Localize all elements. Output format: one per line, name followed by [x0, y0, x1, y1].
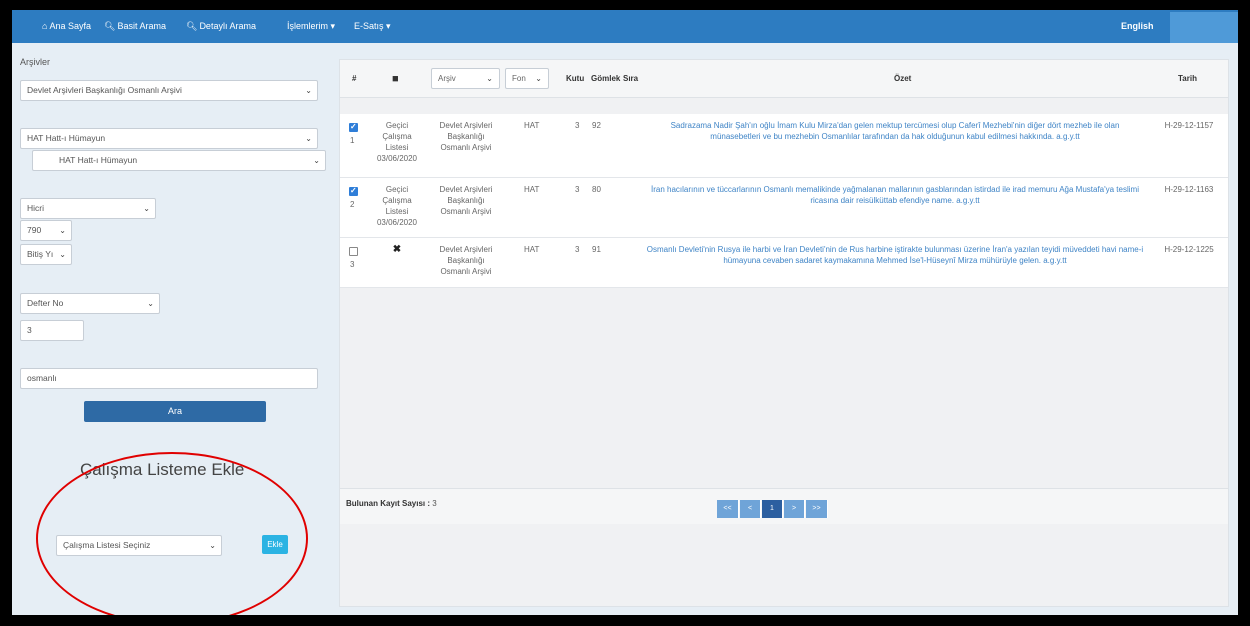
ozet-cell[interactable]: Osmanlı Devleti'nin Rusya ile harbi ve İ…: [645, 244, 1145, 266]
nav-user-area[interactable]: [1170, 12, 1238, 43]
numara-turu-select[interactable]: Defter No ⌄: [20, 293, 160, 314]
list-status: Geçici Çalışma Listesi 03/06/2020: [376, 121, 418, 163]
numara-input[interactable]: 3: [20, 320, 84, 341]
tarih-cell: H-29-12-1225: [1164, 245, 1214, 254]
arsivler-label: Arşivler: [20, 57, 51, 67]
row-number: 2: [350, 200, 355, 209]
gomlek-cell: 80: [592, 185, 601, 194]
col-gomlek: Gömlek: [591, 74, 621, 83]
home-icon: ⌂: [42, 21, 48, 31]
found-count-label: Bulunan Kayıt Sayısı : 3: [346, 499, 437, 508]
arsiv-filter-select[interactable]: Arşiv ⌄: [431, 68, 500, 89]
chevron-down-icon: ⌄: [313, 156, 320, 165]
arsiv-cell: Devlet Arşivleri Başkanlığı Osmanlı Arşi…: [439, 185, 493, 216]
chevron-down-icon: ⌄: [147, 299, 154, 308]
keyword-input[interactable]: osmanlı: [20, 368, 318, 389]
row-checkbox[interactable]: [349, 186, 358, 196]
search-icon: 🔍︎: [186, 21, 198, 31]
chevron-down-icon: ⌄: [535, 74, 542, 83]
fon-cell: HAT: [524, 185, 540, 194]
gomlek-cell: 92: [592, 121, 601, 130]
search-icon: 🔍︎: [104, 21, 116, 31]
table-row[interactable]: 1 Geçici Çalışma Listesi 03/06/2020 Devl…: [340, 114, 1228, 178]
language-english-link[interactable]: English: [1121, 10, 1154, 43]
found-count: 3: [432, 499, 437, 508]
nav-islemlerim-dropdown[interactable]: İşlemlerim ▾: [287, 10, 335, 43]
pagination-first[interactable]: <<: [717, 500, 739, 518]
ozet-cell[interactable]: Sadrazama Nadir Şah'ın oğlu İmam Kulu Mi…: [645, 120, 1145, 142]
chevron-down-icon: ⌄: [143, 204, 150, 213]
nav-basit-arama-link[interactable]: 🔍︎ Basit Arama: [104, 10, 166, 43]
fon-filter-select[interactable]: Fon ⌄: [505, 68, 549, 89]
table-row[interactable]: 3 ✖ Devlet Arşivleri Başkanlığı Osmanlı …: [340, 238, 1228, 288]
arsiv-cell: Devlet Arşivleri Başkanlığı Osmanlı Arşi…: [439, 245, 493, 276]
pagination-prev[interactable]: <: [740, 500, 761, 518]
gomlek-cell: 91: [592, 245, 601, 254]
row-number: 3: [350, 260, 355, 269]
nav-esatis-dropdown[interactable]: E-Satış ▾: [354, 10, 391, 43]
annotation-ellipse: [36, 452, 308, 615]
ozet-cell[interactable]: İran hacılarının ve tüccarlarının Osmanl…: [645, 184, 1145, 206]
row-checkbox[interactable]: [349, 122, 358, 132]
search-button[interactable]: Ara: [84, 401, 266, 422]
baslangic-yili-select[interactable]: 790 ⌄: [20, 220, 72, 241]
list-status-icon: ■: [392, 73, 399, 85]
close-icon[interactable]: ✖: [370, 244, 424, 255]
col-sira: Sıra: [623, 74, 639, 83]
row-number: 1: [350, 136, 355, 145]
chevron-down-icon: ⌄: [305, 86, 312, 95]
nav-home-link[interactable]: ⌂ Ana Sayfa: [42, 10, 91, 43]
chevron-down-icon: ⌄: [59, 226, 66, 235]
kutu-cell: 3: [575, 245, 580, 254]
browser-viewport: ⌂ Ana Sayfa 🔍︎ Basit Arama 🔍︎ Detaylı Arama…: [12, 10, 1238, 615]
arsiv-select[interactable]: Devlet Arşivleri Başkanlığı Osmanlı Arşi…: [20, 80, 318, 101]
fon-cell: HAT: [524, 121, 540, 130]
table-row[interactable]: 2 Geçici Çalışma Listesi 03/06/2020 Devl…: [340, 178, 1228, 238]
list-status: Geçici Çalışma Listesi 03/06/2020: [376, 185, 418, 227]
pagination-page-1[interactable]: 1: [762, 500, 783, 518]
chevron-down-icon: ⌄: [486, 74, 493, 83]
kutu-cell: 3: [575, 185, 580, 194]
pagination-next[interactable]: >: [784, 500, 805, 518]
nav-detayli-arama-link[interactable]: 🔍︎ Detaylı Arama: [186, 10, 256, 43]
results-table-header: # ■ Arşiv ⌄ Fon ⌄ Kutu Gömlek Sıra Özet Ta…: [340, 60, 1228, 98]
tarih-cell: H-29-12-1157: [1164, 121, 1214, 130]
pagination-last[interactable]: >>: [806, 500, 828, 518]
kutu-cell: 3: [575, 121, 580, 130]
takvim-select[interactable]: Hicri ⌄: [20, 198, 156, 219]
col-tarih: Tarih: [1178, 74, 1197, 83]
fon-select[interactable]: HAT Hatt-ı Hümayun ⌄: [20, 128, 318, 149]
tarih-cell: H-29-12-1163: [1164, 185, 1214, 194]
arsiv-cell: Devlet Arşivleri Başkanlığı Osmanlı Arşi…: [439, 121, 493, 152]
search-form-panel: Arşivler Devlet Arşivleri Başkanlığı Osm…: [12, 43, 330, 615]
fon-cell: HAT: [524, 245, 540, 254]
col-kutu: Kutu: [566, 74, 585, 83]
col-ozet: Özet: [894, 74, 912, 83]
top-navbar: ⌂ Ana Sayfa 🔍︎ Basit Arama 🔍︎ Detaylı Arama…: [12, 10, 1238, 43]
bitis-yili-select[interactable]: Bitiş Yı ⌄: [20, 244, 72, 265]
alt-fon-select[interactable]: HAT Hatt-ı Hümayun ⌄: [32, 150, 326, 171]
chevron-down-icon: ⌄: [305, 134, 312, 143]
row-checkbox[interactable]: [349, 247, 358, 256]
chevron-down-icon: ⌄: [59, 250, 66, 259]
results-panel: # ■ Arşiv ⌄ Fon ⌄ Kutu Gömlek Sıra Özet Ta…: [339, 59, 1229, 607]
results-footer: Bulunan Kayıt Sayısı : 3 << < 1 > >>: [340, 488, 1228, 524]
col-num: #: [352, 74, 357, 83]
